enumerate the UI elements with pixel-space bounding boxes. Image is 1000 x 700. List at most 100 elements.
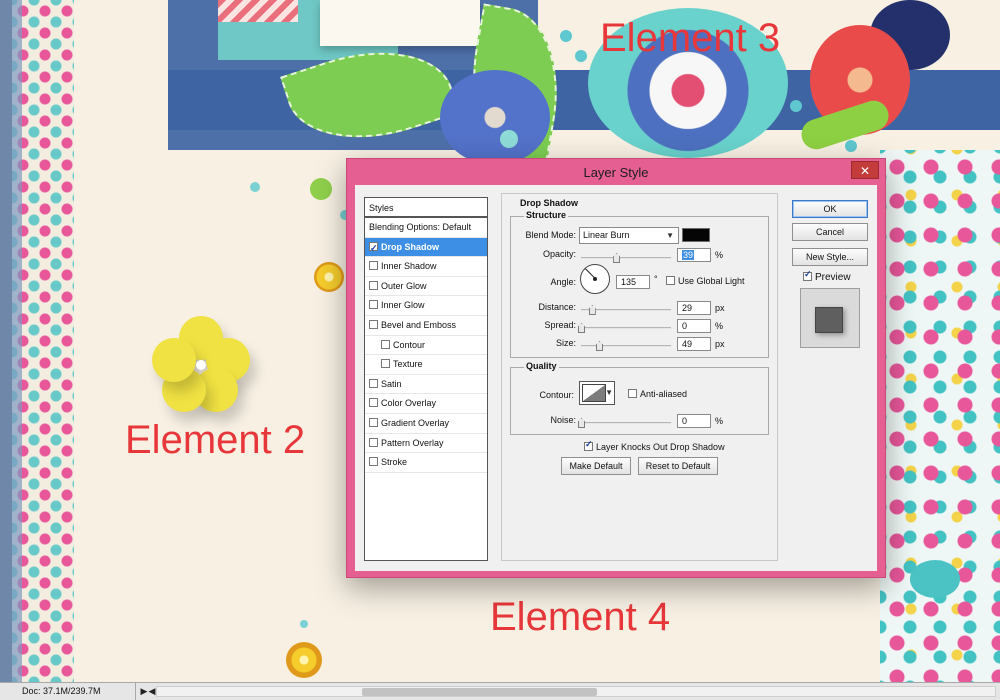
layer-style-dialog: Layer Style ✕ Styles Blending Options: D… [346,158,886,578]
size-unit: px [715,339,725,349]
opacity-input[interactable]: 39 [677,248,711,262]
blue-flower [440,70,550,165]
spread-input[interactable]: 0 [677,319,711,333]
yellow-sequin [286,642,322,678]
style-item[interactable]: Pattern Overlay [365,434,487,454]
new-style-button[interactable]: New Style... [792,248,868,266]
styles-list: Styles Blending Options: Default Drop Sha… [364,197,488,561]
right-paper-collage [880,150,1000,682]
style-item[interactable]: Contour [365,336,487,356]
style-item[interactable]: Texture [365,355,487,375]
size-slider[interactable] [581,345,671,347]
checkbox[interactable] [369,319,378,329]
style-item[interactable]: Satin [365,375,487,395]
checkbox[interactable] [369,239,378,258]
berry [575,50,587,62]
ok-button[interactable]: OK [792,200,868,218]
checkbox[interactable] [381,359,390,369]
shadow-color-swatch[interactable] [682,228,710,242]
horizontal-scrollbar[interactable] [156,686,996,697]
blend-mode-select[interactable]: Linear Burn ▼ [579,227,679,244]
noise-slider[interactable] [581,422,671,424]
make-default-button[interactable]: Make Default [561,457,631,475]
berry [845,140,857,152]
size-input[interactable]: 49 [677,337,711,351]
dialog-titlebar[interactable]: Layer Style ✕ [347,159,885,185]
checkbox[interactable] [369,398,378,408]
blue-paper-edge [12,0,22,682]
size-label: Size: [555,338,576,348]
checkbox[interactable] [666,276,675,285]
yellow-sequin [314,262,344,292]
checkbox[interactable] [369,280,378,290]
preview-label: Preview [815,272,851,283]
opacity-slider[interactable] [581,257,671,259]
checkbox[interactable] [369,437,378,447]
style-item[interactable]: Drop Shadow [365,237,487,258]
reset-to-default-button[interactable]: Reset to Default [638,457,718,475]
paint-splash [910,560,960,598]
preview-checkbox[interactable]: Preview [803,269,851,283]
style-item[interactable]: Blending Options: Default [365,218,487,238]
checkbox[interactable] [369,261,378,271]
style-item[interactable]: Stroke [365,453,487,473]
style-item-label: Outer Glow [381,280,427,291]
style-item-label: Contour [393,339,426,350]
status-bar: Doc: 37.1M/239.7M ▶ ◀ [0,682,1000,700]
document-size-info[interactable]: Doc: 37.1M/239.7M [0,683,136,700]
chevron-down-icon: ▼ [605,388,613,397]
opacity-unit: % [715,250,724,260]
noise-input[interactable]: 0 [677,414,711,428]
angle-label: Angle: [550,277,576,287]
contour-picker[interactable]: ▼ [579,381,615,405]
style-item[interactable]: Gradient Overlay [365,414,487,434]
style-item[interactable]: Outer Glow [365,277,487,297]
style-preview [800,288,860,348]
style-item-label: Inner Glow [381,300,425,311]
spread-slider[interactable] [581,327,671,329]
spread-unit: % [715,321,724,331]
checkbox[interactable] [369,300,378,310]
style-item-label: Stroke [381,457,408,468]
style-item[interactable]: Color Overlay [365,394,487,414]
zigzag-paper [218,0,298,22]
angle-input[interactable]: 135 [616,275,650,289]
paint-splash [300,620,308,628]
style-item-label: Pattern Overlay [381,437,444,448]
berry [790,100,802,112]
layer-knocks-out-checkbox[interactable]: Layer Knocks Out Drop Shadow [584,439,725,452]
distance-input[interactable]: 29 [677,301,711,315]
style-item-label: Blending Options: Default [369,222,472,232]
style-item-label: Inner Shadow [381,261,437,272]
checkbox[interactable] [628,389,637,398]
style-item[interactable]: Inner Shadow [365,257,487,277]
use-global-light-checkbox[interactable]: Use Global Light [666,276,745,286]
styles-header[interactable]: Styles [365,198,487,218]
checkbox[interactable] [369,378,378,388]
checkbox[interactable] [369,417,378,427]
style-item-label: Drop Shadow [381,241,439,252]
distance-label: Distance: [538,302,576,312]
element-4-label: Element 4 [490,595,671,639]
cancel-button[interactable]: Cancel [792,223,868,241]
style-item-label: Bevel and Emboss [381,319,457,330]
close-button[interactable]: ✕ [851,161,879,179]
anti-aliased-checkbox[interactable]: Anti-aliased [628,389,687,399]
element-2-label: Element 2 [125,418,306,462]
checkbox[interactable] [803,269,812,281]
style-item[interactable]: Inner Glow [365,296,487,316]
dialog-body: Styles Blending Options: Default Drop Sha… [355,185,877,571]
berry [560,30,572,42]
checkbox[interactable] [381,339,390,349]
checkbox[interactable] [584,439,593,451]
preview-swatch [815,307,843,333]
scrollbar-thumb[interactable] [362,688,597,696]
angle-dial[interactable] [580,264,610,294]
drop-shadow-title: Drop Shadow [518,198,580,208]
checkbox[interactable] [369,457,378,467]
style-item-label: Gradient Overlay [381,417,450,428]
canvas-edge-strip [0,0,12,682]
style-item[interactable]: Bevel and Emboss [365,316,487,336]
noise-label: Noise: [550,415,576,425]
angle-unit: ° [654,274,658,284]
